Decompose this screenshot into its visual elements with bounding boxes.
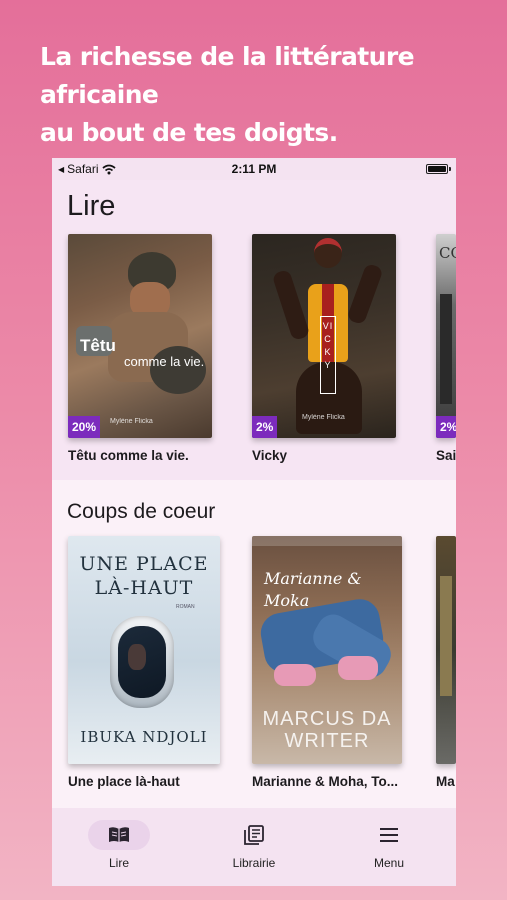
- battery-icon: [426, 164, 448, 174]
- book-title[interactable]: Sai: [436, 448, 456, 463]
- book-cover[interactable]: Marianne & Moka MARCUS DA WRITER: [252, 536, 402, 764]
- cover-title: Marianne & Moka: [264, 569, 362, 610]
- library-icon: [244, 825, 264, 845]
- status-time: 2:11 PM: [231, 162, 277, 176]
- section-title-favorites: Coups de coeur: [67, 500, 216, 523]
- book-title[interactable]: Une place là-haut: [68, 774, 228, 789]
- cover-title: Têtu: [80, 336, 116, 355]
- book-cover[interactable]: VICKY Mylène Flicka 2%: [252, 234, 396, 438]
- nav-tab-menu[interactable]: Menu: [334, 820, 444, 870]
- cover-title: VICKY: [322, 321, 334, 370]
- promo-headline: La richesse de la littérature africaine …: [40, 38, 500, 152]
- book-title[interactable]: Ma: [436, 774, 456, 789]
- nav-label: Librairie: [232, 856, 276, 870]
- progress-badge: 2%: [252, 416, 278, 438]
- hamburger-menu-icon: [380, 828, 398, 842]
- book-card-une-place[interactable]: UNE PLACE LÀ-HAUT ROMAN IBUKA NDJOLI Une…: [68, 536, 220, 789]
- book-title[interactable]: Vicky: [252, 448, 402, 463]
- nav-label: Lire: [108, 856, 129, 870]
- nav-tab-librairie[interactable]: Librairie: [199, 820, 309, 870]
- book-card-vicky[interactable]: VICKY Mylène Flicka 2% Vicky: [252, 234, 396, 463]
- page-title: Lire: [67, 190, 116, 222]
- book-cover[interactable]: UNE PLACE LÀ-HAUT ROMAN IBUKA NDJOLI: [68, 536, 220, 764]
- cover-author: IBUKA NDJOLI: [80, 728, 208, 746]
- phone-screen: ◀ Safari 2:11 PM Lire Têtu comme la vie.…: [52, 158, 456, 886]
- cover-author: Mylène Flicka: [302, 414, 345, 421]
- book-cover[interactable]: Têtu comme la vie. Mylène Flicka 20%: [68, 234, 212, 438]
- cover-author: Mylène Flicka: [110, 418, 153, 425]
- book-title[interactable]: Marianne & Moha, To...: [252, 774, 424, 789]
- progress-badge: 2%: [436, 416, 456, 438]
- cover-subtitle: comme la vie.: [124, 354, 205, 369]
- progress-badge: 20%: [68, 416, 101, 438]
- book-open-icon: [109, 827, 129, 842]
- reading-section: Lire Têtu comme la vie. Mylène Flicka 20…: [52, 180, 456, 480]
- book-card-marianne[interactable]: Marianne & Moka MARCUS DA WRITER Mariann…: [252, 536, 402, 789]
- cover-title: UNE PLACE LÀ-HAUT: [79, 553, 209, 599]
- book-title[interactable]: Têtu comme la vie.: [68, 448, 218, 463]
- cover-author: MARCUS DA WRITER: [262, 708, 392, 752]
- book-cover[interactable]: [436, 536, 456, 764]
- book-card-tetu[interactable]: Têtu comme la vie. Mylène Flicka 20% Têt…: [68, 234, 212, 463]
- nav-tab-lire[interactable]: Lire: [64, 820, 174, 870]
- status-bar: ◀ Safari 2:11 PM: [52, 158, 456, 180]
- nav-label: Menu: [373, 856, 405, 870]
- promo-line-2: au bout de tes doigts.: [40, 118, 338, 147]
- book-card-partial-2[interactable]: Ma: [436, 536, 456, 789]
- cover-genre: ROMAN: [176, 604, 195, 610]
- promo-line-1: La richesse de la littérature africaine: [40, 42, 415, 109]
- cover-title: CO: [439, 244, 456, 262]
- nav-active-pill[interactable]: [88, 820, 150, 850]
- bottom-navigation: Lire Librairie Menu: [52, 808, 456, 886]
- book-cover[interactable]: CO 2%: [436, 234, 456, 438]
- book-card-partial[interactable]: CO 2% Sai: [436, 234, 456, 463]
